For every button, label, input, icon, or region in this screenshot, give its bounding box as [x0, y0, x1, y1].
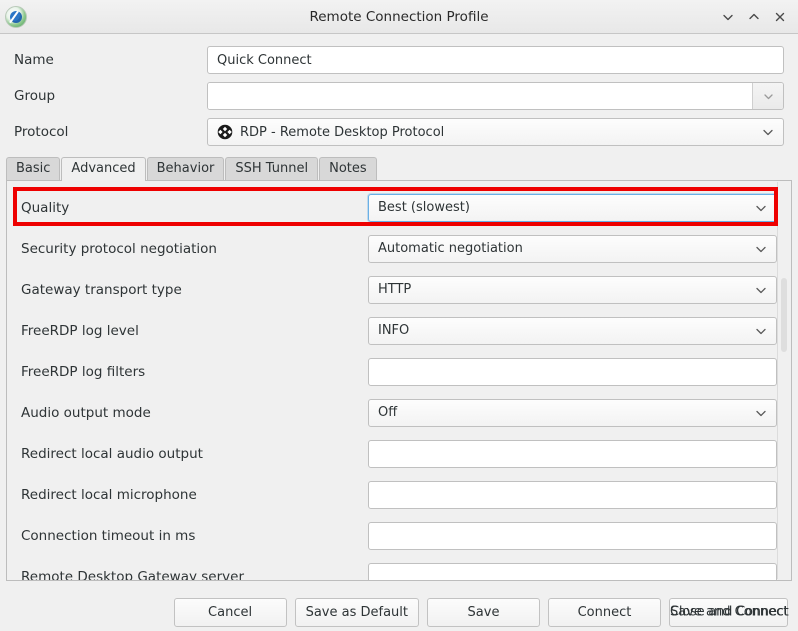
audio-output-mode-label: Audio output mode	[21, 404, 151, 421]
remote-desktop-gateway-server-label: Remote Desktop Gateway server	[21, 568, 245, 581]
remote-desktop-gateway-server-input[interactable]	[368, 562, 777, 580]
tab-basic[interactable]: Basic	[6, 157, 61, 180]
security-protocol-negotiation-value: Automatic negotiation	[378, 241, 523, 256]
chevron-down-icon	[754, 324, 768, 338]
tab-ssh-tunnel[interactable]: SSH Tunnel	[225, 157, 319, 180]
remote-connection-profile-window: Remote Connection Profile Name Quick Con…	[0, 0, 798, 631]
name-row: Name Quick Connect	[14, 42, 784, 78]
advanced-settings-rows: Quality Best (slowest) Security protocol…	[7, 181, 791, 581]
freerdp-log-level-label: FreeRDP log level	[21, 322, 139, 339]
row-quality: Quality Best (slowest)	[7, 187, 791, 228]
window-title: Remote Connection Profile	[309, 8, 489, 25]
protocol-label: Protocol	[14, 124, 69, 140]
minimize-button[interactable]	[716, 5, 740, 29]
audio-output-mode-combo[interactable]: Off	[368, 398, 777, 427]
row-redirect-local-microphone: Redirect local microphone	[7, 474, 791, 515]
chevron-down-icon	[763, 93, 773, 99]
chevron-down-icon	[754, 242, 768, 256]
group-label: Group	[14, 88, 56, 104]
freerdp-log-filters-input[interactable]	[368, 357, 777, 386]
freerdp-log-level-value: INFO	[378, 323, 410, 338]
scrollbar-thumb[interactable]	[781, 278, 787, 352]
advanced-settings-panel: Quality Best (slowest) Security protocol…	[6, 180, 792, 581]
row-freerdp-log-filters: FreeRDP log filters	[7, 351, 791, 392]
gateway-transport-type-combo[interactable]: HTTP	[368, 275, 777, 304]
save-button[interactable]: Save	[427, 597, 540, 627]
quality-combo[interactable]: Best (slowest)	[368, 193, 777, 222]
save-as-default-button[interactable]: Save as Default	[294, 597, 419, 627]
name-label: Name	[14, 52, 54, 68]
row-redirect-local-audio-output: Redirect local audio output	[7, 433, 791, 474]
protocol-row: Protocol RDP - Remote Desktop Protocol	[14, 114, 784, 150]
chevron-down-icon	[754, 283, 768, 297]
row-remote-desktop-gateway-server: Remote Desktop Gateway server	[7, 556, 791, 581]
quality-label: Quality	[21, 199, 70, 216]
window-controls	[716, 5, 792, 29]
audio-output-mode-value: Off	[378, 405, 398, 420]
freerdp-log-level-combo[interactable]: INFO	[368, 316, 777, 345]
quality-value: Best (slowest)	[378, 200, 470, 215]
redirect-local-microphone-input[interactable]	[368, 480, 777, 509]
remmina-app-icon	[5, 5, 27, 28]
tab-notes[interactable]: Notes	[319, 157, 377, 180]
redirect-local-audio-output-input[interactable]	[368, 439, 777, 468]
chevron-down-icon	[754, 201, 768, 215]
connect-button[interactable]: Connect	[548, 597, 661, 627]
group-dropdown-button[interactable]	[752, 83, 783, 109]
tab-behavior[interactable]: Behavior	[146, 157, 225, 180]
close-button[interactable]	[768, 5, 792, 29]
group-input[interactable]	[208, 83, 752, 109]
connection-timeout-input[interactable]	[368, 521, 777, 550]
security-protocol-negotiation-label: Security protocol negotiation	[21, 240, 217, 257]
redirect-local-microphone-label: Redirect local microphone	[21, 486, 197, 503]
group-row: Group	[14, 78, 784, 114]
protocol-value: RDP - Remote Desktop Protocol	[240, 124, 445, 140]
tab-advanced[interactable]: Advanced	[61, 157, 146, 181]
group-combo[interactable]	[207, 82, 784, 110]
profile-header-form: Name Quick Connect Group Protocol RDP - …	[0, 34, 798, 154]
settings-scrollbar[interactable]	[777, 182, 790, 579]
cancel-button[interactable]: Cancel	[173, 597, 287, 627]
maximize-button[interactable]	[742, 5, 766, 29]
protocol-combo[interactable]: RDP - Remote Desktop Protocol	[207, 118, 784, 146]
name-input[interactable]: Quick Connect	[207, 46, 784, 74]
row-security-protocol-negotiation: Security protocol negotiation Automatic …	[7, 228, 791, 269]
row-audio-output-mode: Audio output mode Off	[7, 392, 791, 433]
row-freerdp-log-level: FreeRDP log level INFO	[7, 310, 791, 351]
redirect-local-audio-output-label: Redirect local audio output	[21, 445, 203, 462]
dialog-button-bar: Cancel Save as Default Save Connect Save…	[0, 593, 798, 631]
settings-tabs: Basic Advanced Behavior SSH Tunnel Notes	[0, 157, 798, 181]
gateway-transport-type-value: HTTP	[378, 282, 412, 297]
rdp-protocol-icon	[217, 124, 233, 140]
chevron-down-icon	[761, 125, 775, 139]
row-connection-timeout: Connection timeout in ms	[7, 515, 791, 556]
gateway-transport-type-label: Gateway transport type	[21, 281, 182, 298]
save-and-connect-overlay-label: Close and Connect	[670, 604, 789, 620]
title-bar: Remote Connection Profile	[0, 0, 798, 34]
freerdp-log-filters-label: FreeRDP log filters	[21, 363, 146, 380]
connection-timeout-label: Connection timeout in ms	[21, 527, 196, 544]
security-protocol-negotiation-combo[interactable]: Automatic negotiation	[368, 234, 777, 263]
save-and-connect-button[interactable]: Save and Connect Close and Connect	[669, 597, 789, 627]
chevron-down-icon	[754, 406, 768, 420]
row-gateway-transport-type: Gateway transport type HTTP	[7, 269, 791, 310]
